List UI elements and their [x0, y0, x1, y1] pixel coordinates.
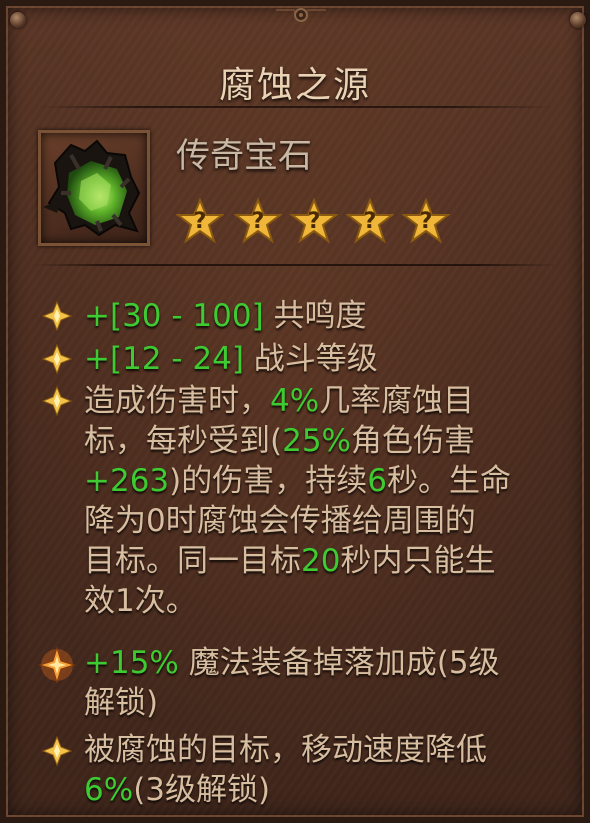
chance-value: 4%	[270, 383, 320, 419]
gold-diamond-icon	[42, 386, 72, 416]
duration-value: 6	[367, 463, 387, 499]
star-icon: ?	[175, 197, 225, 244]
magic-find-value: +15%	[84, 645, 179, 681]
affix-corrosion-line-4: 降为0时腐蚀会传播给周围的	[84, 503, 476, 539]
star-question-mark: ?	[363, 209, 377, 234]
affix-corrosion-line-5: 目标。同一目标20秒内只能生	[84, 541, 574, 581]
section-divider	[32, 264, 558, 266]
top-ornament-icon	[276, 8, 326, 22]
affix-resonance-label: 共鸣度	[263, 298, 367, 334]
text-segment: 几率腐蚀目	[319, 383, 475, 419]
affix-magic-find: +15% 魔法装备掉落加成(5级 解锁)	[84, 643, 574, 723]
star-question-mark: ?	[251, 209, 265, 234]
star-question-mark: ?	[307, 209, 321, 234]
corner-rivet-top-right	[570, 12, 586, 28]
affix-combat-level: +[12 - 24] 战斗等级	[84, 339, 574, 379]
affix-corrosion-line-1: 造成伤害时，4%几率腐蚀目	[84, 381, 574, 421]
affix-magic-find-line-1: +15% 魔法装备掉落加成(5级	[84, 643, 574, 683]
affix-corrosion-line-2: 标，每秒受到(25%角色伤害	[84, 421, 574, 461]
affix-corrosion-line-3: +263)的伤害，持续6秒。生命	[84, 461, 574, 501]
star-icon: ?	[345, 197, 395, 244]
title-separator	[36, 106, 554, 108]
text-segment: )的伤害，持续	[169, 463, 368, 499]
text-segment: 目标。同一目标	[84, 543, 301, 579]
star-icon: ?	[233, 197, 283, 244]
star-question-mark: ?	[193, 209, 207, 234]
orange-starburst-icon	[38, 646, 76, 684]
slow-value: 6%	[84, 772, 134, 808]
cooldown-value: 20	[301, 543, 341, 579]
star-icon: ?	[401, 197, 451, 244]
gem-icon-frame	[38, 130, 150, 246]
star-icon: ?	[289, 197, 339, 244]
item-rarity: 传奇宝石	[176, 136, 312, 176]
affix-resonance: +[30 - 100] 共鸣度	[84, 296, 574, 336]
affix-corrosion-effect: 造成伤害时，4%几率腐蚀目 标，每秒受到(25%角色伤害 +263)的伤害，持续…	[84, 381, 574, 621]
star-rating: ? ? ? ? ?	[175, 197, 466, 244]
gold-diamond-icon	[42, 736, 72, 766]
text-segment: (3级解锁)	[133, 772, 271, 808]
damage-percent-value: 25%	[282, 423, 351, 459]
affix-combat-level-label: 战斗等级	[243, 341, 378, 377]
text-segment: 魔法装备掉落加成(5级	[178, 645, 500, 681]
affix-corrosion-line-6: 效1次。	[84, 583, 197, 619]
corner-rivet-top-left	[10, 12, 26, 28]
gold-diamond-icon	[42, 344, 72, 374]
item-title: 腐蚀之源	[218, 65, 371, 106]
text-segment: 角色伤害	[351, 423, 475, 459]
affix-magic-find-line-2: 解锁)	[84, 685, 159, 721]
text-segment: 秒内只能生	[340, 543, 496, 579]
text-segment: 造成伤害时，	[84, 383, 270, 419]
damage-flat-value: +263	[84, 463, 170, 499]
gold-diamond-icon	[42, 301, 72, 331]
gem-tooltip-panel: 腐蚀之源 传奇宝石 ? ? ? ? ? +[30 - 100] 共鸣度 +[12…	[0, 0, 590, 823]
affix-slow-line-2: 6%(3级解锁)	[84, 770, 574, 810]
star-question-mark: ?	[419, 209, 433, 234]
affix-slow-line-1: 被腐蚀的目标，移动速度降低	[84, 732, 487, 768]
affix-slow: 被腐蚀的目标，移动速度降低 6%(3级解锁)	[84, 730, 574, 810]
text-segment: 标，每秒受到(	[84, 423, 283, 459]
affix-combat-level-range: +[12 - 24]	[84, 341, 244, 377]
affix-resonance-range: +[30 - 100]	[84, 298, 264, 334]
legendary-gem-icon	[43, 139, 141, 237]
text-segment: 秒。生命	[386, 463, 511, 499]
